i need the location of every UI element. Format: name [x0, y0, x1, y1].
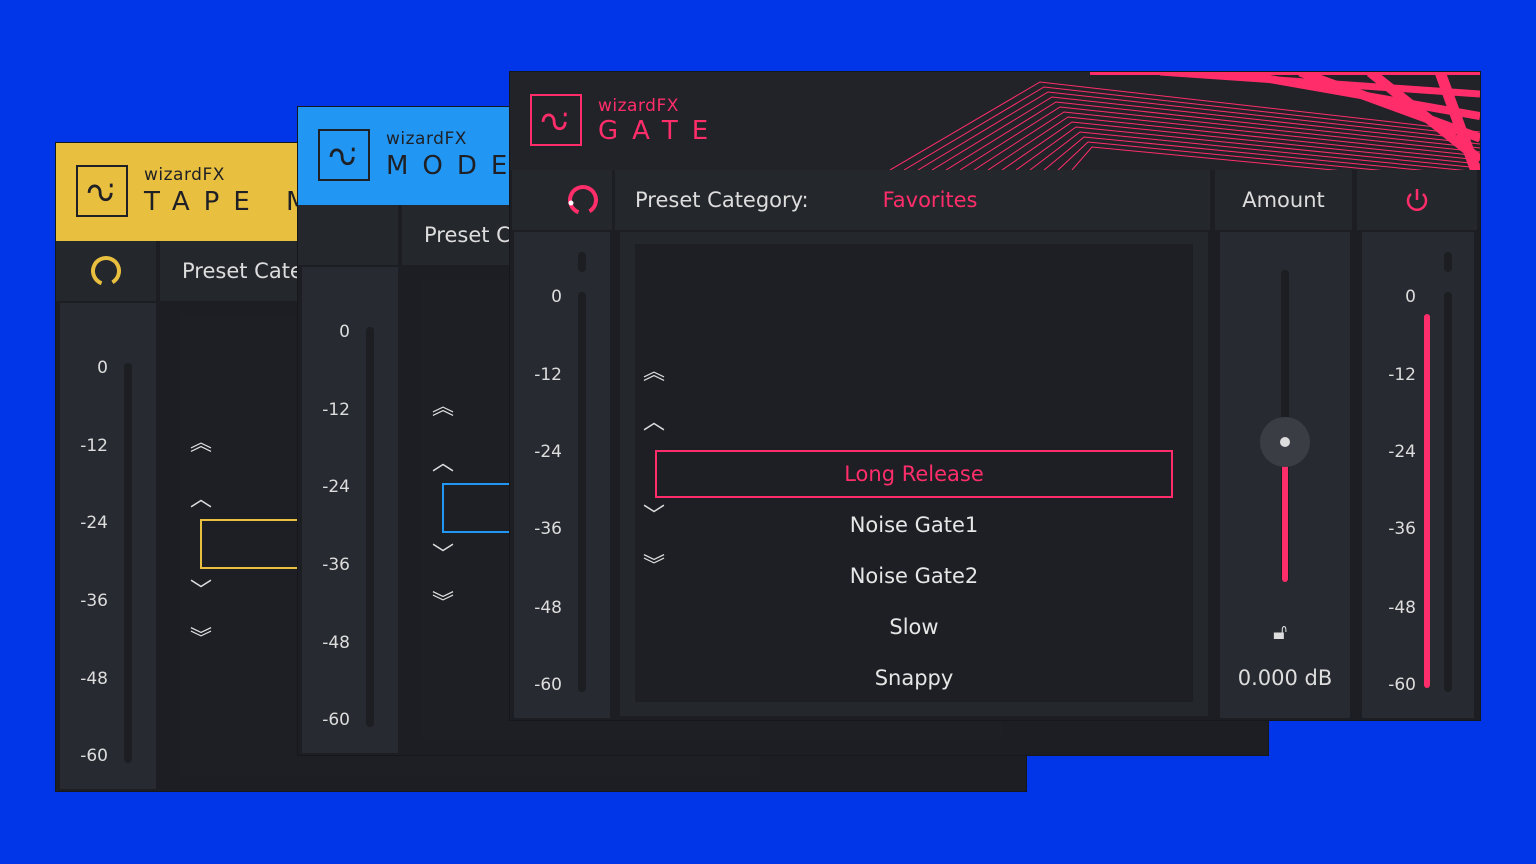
meter-tick: 0 [97, 358, 108, 378]
preset-item[interactable]: Snappy [655, 654, 1173, 702]
preset-item[interactable]: Noise Gate2 [655, 552, 1173, 600]
gate-window: wizardFX GATE Preset Category: Favorites… [510, 72, 1480, 720]
meter-tick: -48 [322, 633, 350, 653]
lock-icon[interactable]: 🔓︎ [1273, 620, 1287, 645]
meter-tick: -60 [534, 675, 562, 695]
amount-panel: 🔓︎ 0.000 dB [1220, 232, 1350, 718]
preset-item[interactable]: Noise Gate1 [655, 501, 1173, 549]
meter-tick: -24 [322, 477, 350, 497]
amount-slider-handle[interactable] [1260, 416, 1310, 467]
meter-tick: 0 [339, 322, 350, 342]
preset-item[interactable]: Long Release [655, 450, 1173, 498]
meter-tick: -12 [534, 365, 562, 385]
page-up-icon[interactable]: ︽ [186, 433, 216, 455]
input-meter: 0 -12 -24 -36 -48 -60 [60, 303, 156, 789]
preset-category-dropdown[interactable]: Favorites [883, 188, 978, 212]
meter-tick: -12 [1388, 365, 1416, 385]
page-down-icon[interactable]: ︾ [186, 629, 216, 651]
preset-item[interactable]: Slow [655, 603, 1173, 651]
output-meter: 0 -12 -24 -36 -48 -60 [1362, 232, 1474, 718]
knob-icon [91, 256, 121, 286]
meter-tick: -60 [1388, 675, 1416, 695]
logo-icon [76, 165, 128, 217]
meter-tick: -60 [322, 710, 350, 730]
meter-tick: -12 [322, 400, 350, 420]
input-meter: 0 -12 -24 -36 -48 -60 [302, 267, 398, 753]
meter-tick: -48 [534, 598, 562, 618]
preset-category-label: Preset Category: [635, 188, 809, 212]
meter-tick: -24 [80, 513, 108, 533]
output-level-bar [1424, 313, 1430, 688]
meter-tick: -48 [80, 669, 108, 689]
down-icon[interactable]: ﹀ [428, 545, 458, 567]
meter-tick: 0 [1405, 287, 1416, 307]
meter-tick: -36 [80, 591, 108, 611]
preset-list: ︽ ︿ Long Release ﹀ Noise Gate1 ︾ Noise G… [635, 244, 1193, 702]
bypass-knob[interactable] [512, 170, 612, 230]
up-icon[interactable]: ︿ [428, 453, 458, 475]
power-icon [1406, 189, 1428, 211]
knob-icon [568, 185, 598, 215]
meter-tick: -36 [1388, 519, 1416, 539]
header-decoration [890, 72, 1480, 170]
amount-value: 0.000 dB [1237, 666, 1333, 690]
product-title: MODE [386, 151, 522, 181]
bypass-knob[interactable] [56, 241, 156, 301]
product-title: TAPE M [144, 187, 323, 217]
power-button[interactable] [1357, 170, 1477, 230]
meter-tick: -48 [1388, 598, 1416, 618]
up-icon[interactable]: ︿ [186, 489, 216, 511]
page-up-icon[interactable]: ︽ [639, 362, 669, 384]
brand-label: wizardFX [144, 165, 225, 185]
meter-tick: -24 [534, 442, 562, 462]
gate-header: wizardFX GATE [510, 72, 1480, 170]
brand-label: wizardFX [386, 129, 467, 149]
up-icon[interactable]: ︿ [639, 412, 669, 434]
page-up-icon[interactable]: ︽ [428, 397, 458, 419]
down-icon[interactable]: ﹀ [186, 581, 216, 603]
input-meter: 0 -12 -24 -36 -48 -60 [514, 232, 610, 718]
amount-label: Amount [1215, 170, 1352, 230]
meter-tick: -12 [80, 436, 108, 456]
logo-icon [318, 129, 370, 181]
page-down-icon[interactable]: ︾ [428, 593, 458, 615]
meter-tick: -60 [80, 746, 108, 766]
logo-icon [530, 94, 582, 146]
brand-label: wizardFX [598, 96, 679, 116]
meter-tick: -36 [322, 555, 350, 575]
product-title: GATE [598, 116, 723, 146]
meter-tick: -24 [1388, 442, 1416, 462]
meter-tick: -36 [534, 519, 562, 539]
meter-tick: 0 [551, 287, 562, 307]
